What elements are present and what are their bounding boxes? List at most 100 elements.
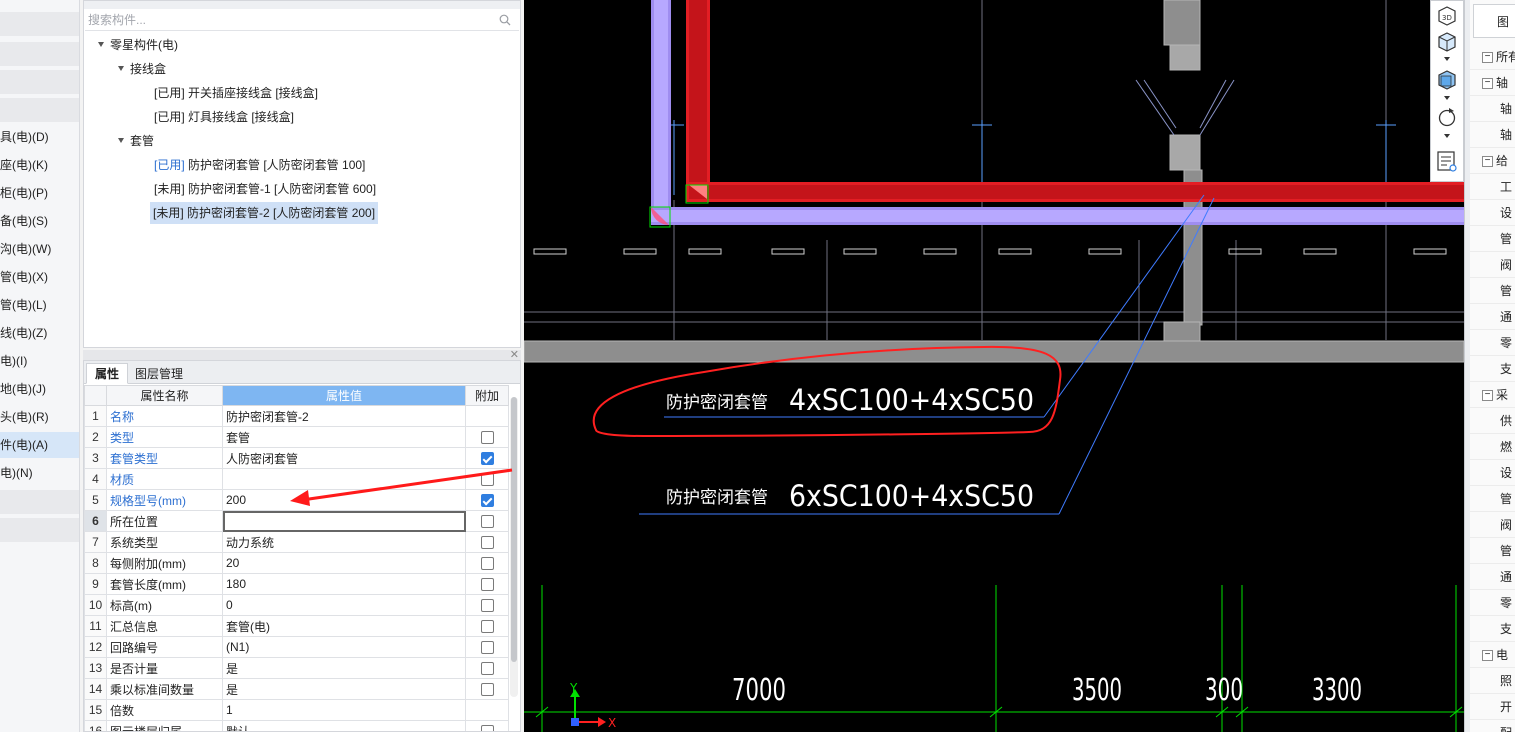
collapse-icon[interactable]: −	[1482, 390, 1493, 402]
tree-row[interactable]: 管	[1470, 226, 1515, 252]
cad-drawing[interactable]: 防护密闭套管 4xSC100+4xSC50 防护密闭套管 6xSC100+4xS…	[524, 0, 1464, 732]
tree-row[interactable]: 开	[1470, 694, 1515, 720]
tree-row[interactable]: −所有	[1470, 44, 1515, 70]
rail-item[interactable]: 线(电)(Z)	[0, 320, 79, 346]
search-input[interactable]	[88, 11, 488, 29]
property-row[interactable]: 13 是否计量是	[84, 657, 509, 679]
rail-item[interactable]: 件(电)(A)	[0, 432, 79, 458]
extra-checkbox[interactable]	[480, 557, 494, 571]
property-row[interactable]: 14 乘以标准间数量是	[84, 678, 509, 700]
tree-component-item[interactable]: [已用] 防护密闭套管 [人防密闭套管 100]	[154, 154, 365, 176]
extra-checkbox[interactable]	[480, 641, 494, 655]
property-row[interactable]: 2 类型 套管	[84, 426, 509, 448]
rail-slot[interactable]	[0, 70, 79, 94]
rail-slot[interactable]	[0, 490, 79, 514]
properties-scrollbar[interactable]	[510, 397, 518, 697]
extra-checkbox[interactable]	[480, 683, 494, 697]
collapse-icon[interactable]: −	[1482, 52, 1493, 64]
tree-row[interactable]: 设	[1470, 460, 1515, 486]
tree-row[interactable]: 配	[1470, 720, 1515, 732]
rail-item[interactable]: 柜(电)(P)	[0, 180, 79, 206]
property-row[interactable]: 15 倍数 1	[84, 699, 509, 721]
property-row[interactable]: 3 套管类型 人防密闭套管	[84, 447, 509, 469]
rail-slot[interactable]	[0, 12, 79, 36]
tree-root-node[interactable]: 零星构件(电)	[98, 34, 178, 56]
search-icon[interactable]	[499, 14, 511, 26]
property-row[interactable]: 11 汇总信息 套管(电)	[84, 615, 509, 637]
property-value[interactable]: 人防密闭套管	[222, 447, 466, 469]
property-value[interactable]: 20	[222, 552, 466, 574]
tree-row[interactable]: 供	[1470, 408, 1515, 434]
property-value[interactable]: 1	[222, 699, 466, 721]
rail-slot[interactable]	[0, 98, 79, 122]
property-row[interactable]: 12 回路编号 (N1)	[84, 636, 509, 658]
tree-row[interactable]: 通	[1470, 564, 1515, 590]
property-value[interactable]: (N1)	[222, 636, 466, 658]
extra-checkbox[interactable]	[480, 620, 494, 634]
rail-item[interactable]: 管(电)(X)	[0, 264, 79, 290]
tab-properties[interactable]: 属性	[86, 363, 129, 384]
property-value[interactable]: 200	[222, 489, 466, 511]
property-row[interactable]: 5 规格型号(mm) 200	[84, 489, 509, 511]
tree-row[interactable]: 零	[1470, 330, 1515, 356]
property-value[interactable]: 是	[222, 657, 466, 679]
property-value[interactable]	[222, 510, 466, 532]
tree-row[interactable]: 工	[1470, 174, 1515, 200]
collapse-icon[interactable]: −	[1482, 650, 1493, 662]
scrollbar-thumb[interactable]	[511, 397, 517, 662]
rail-item[interactable]: 管(电)(L)	[0, 292, 79, 318]
property-row[interactable]: 10 标高(m) 0	[84, 594, 509, 616]
tree-component-item[interactable]: [未用] 防护密闭套管-2 [人防密闭套管 200]	[150, 202, 379, 224]
property-value[interactable]: 防护密闭套管-2	[222, 405, 466, 427]
expand-arrow-icon[interactable]	[98, 42, 104, 48]
collapse-icon[interactable]: −	[1482, 156, 1493, 168]
rail-slot[interactable]	[0, 42, 79, 66]
tree-row[interactable]: − 给	[1470, 148, 1515, 174]
rail-item[interactable]: 头(电)(R)	[0, 404, 79, 430]
panel-splitter[interactable]: ✕	[83, 349, 521, 361]
property-value[interactable]: 套管	[222, 426, 466, 448]
chevron-down-icon[interactable]	[1444, 57, 1450, 61]
chevron-down-icon[interactable]	[1444, 96, 1450, 100]
cad-viewport[interactable]: 防护密闭套管 4xSC100+4xSC50 防护密闭套管 6xSC100+4xS…	[524, 0, 1464, 732]
cube-front-icon[interactable]	[1435, 67, 1459, 91]
property-row[interactable]: 7 系统类型 动力系统	[84, 531, 509, 553]
tree-row[interactable]: 管	[1470, 538, 1515, 564]
tree-row[interactable]: 阀	[1470, 252, 1515, 278]
property-value[interactable]: 动力系统	[222, 531, 466, 553]
tree-component-item[interactable]: [已用] 灯具接线盒 [接线盒]	[154, 106, 294, 128]
tree-row[interactable]: 轴	[1470, 122, 1515, 148]
property-value[interactable]: 套管(电)	[222, 615, 466, 637]
tree-group-node[interactable]: 套管	[118, 130, 154, 152]
extra-checkbox[interactable]	[480, 431, 494, 445]
rail-slot[interactable]	[0, 518, 79, 542]
tree-row[interactable]: 燃	[1470, 434, 1515, 460]
property-row[interactable]: 6 所在位置	[84, 510, 509, 532]
tree-component-item[interactable]: [已用] 开关插座接线盒 [接线盒]	[154, 82, 318, 104]
rail-item[interactable]: 具(电)(D)	[0, 124, 79, 150]
tree-row[interactable]: 设	[1470, 200, 1515, 226]
property-value[interactable]: 是	[222, 678, 466, 700]
collapse-icon[interactable]: −	[1482, 78, 1493, 90]
tree-row[interactable]: − 轴	[1470, 70, 1515, 96]
tree-row[interactable]: − 电	[1470, 642, 1515, 668]
extra-checkbox[interactable]	[480, 536, 494, 550]
extra-checkbox[interactable]	[480, 662, 494, 676]
extra-checkbox[interactable]	[480, 725, 494, 731]
property-value[interactable]: 0	[222, 594, 466, 616]
extra-checkbox[interactable]	[480, 473, 494, 487]
property-row[interactable]: 9 套管长度(mm) 180	[84, 573, 509, 595]
extra-checkbox[interactable]	[480, 452, 494, 466]
property-row[interactable]: 16 图元楼层归属 默认	[84, 720, 509, 731]
property-value[interactable]: 180	[222, 573, 466, 595]
extra-checkbox[interactable]	[480, 515, 494, 529]
tree-row[interactable]: 通	[1470, 304, 1515, 330]
property-row[interactable]: 8 每侧附加(mm) 20	[84, 552, 509, 574]
tree-row[interactable]: 照	[1470, 668, 1515, 694]
tree-row[interactable]: 支	[1470, 616, 1515, 642]
property-value[interactable]	[222, 468, 466, 490]
tree-group-node[interactable]: 接线盒	[118, 58, 166, 80]
rail-item[interactable]: 座(电)(K)	[0, 152, 79, 178]
tree-row[interactable]: − 采	[1470, 382, 1515, 408]
layer-list-icon[interactable]	[1435, 149, 1459, 173]
